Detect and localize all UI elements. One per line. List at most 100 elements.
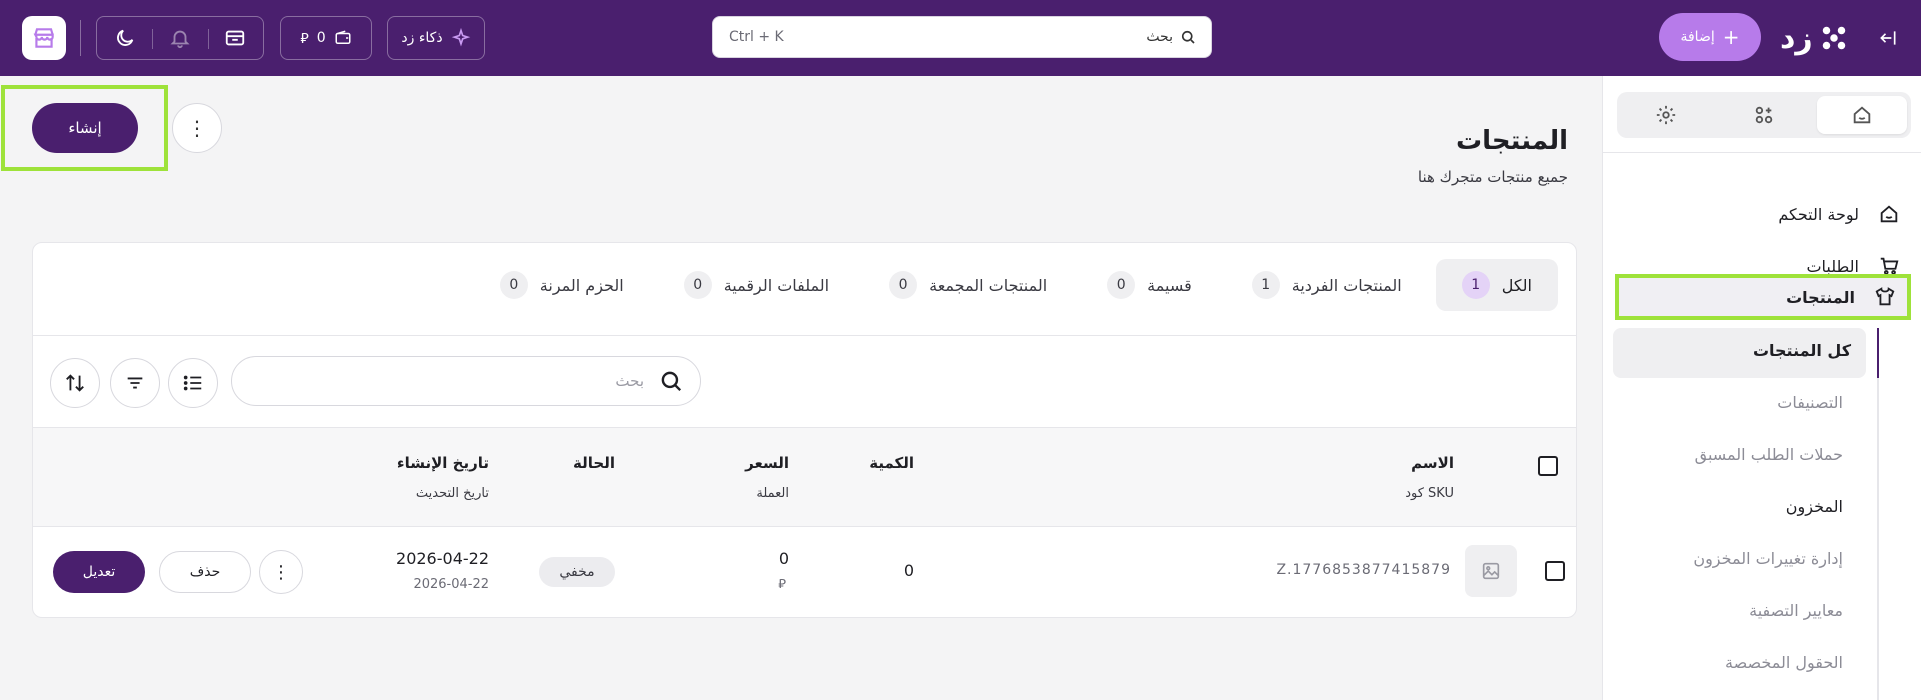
tickets-button[interactable] bbox=[207, 17, 263, 59]
sidebar-item-products[interactable]: المنتجات bbox=[1615, 274, 1911, 320]
shirt-icon bbox=[1873, 285, 1897, 309]
global-search[interactable]: Ctrl + K بحث bbox=[712, 16, 1212, 58]
logo-text: زد bbox=[1780, 20, 1813, 56]
sidebar-subitem-filter-criteria[interactable]: معايير التصفية bbox=[1749, 601, 1843, 620]
collapse-sidebar-button[interactable] bbox=[1874, 24, 1902, 52]
quick-icons-group bbox=[96, 16, 264, 60]
filter-icon bbox=[127, 377, 143, 389]
column-price[interactable]: السعر العملة bbox=[745, 454, 789, 501]
logo-icon bbox=[1822, 26, 1845, 50]
sort-icon bbox=[66, 374, 84, 392]
main-content: المنتجات جميع منتجات متجرك هنا إنشاء ⋮ ا… bbox=[1, 76, 1602, 700]
tab-flexible-bundles[interactable]: الحزم المرنة 0 bbox=[474, 259, 650, 311]
sidebar-subitem-categories[interactable]: التصنيفات bbox=[1777, 393, 1843, 412]
store-icon bbox=[33, 28, 54, 48]
product-price: 0 bbox=[778, 549, 789, 568]
product-type-tabs: الكل 1 المنتجات الفردية 1 قسيمة 0 المنتجات … bbox=[474, 259, 1558, 311]
wallet-button[interactable]: ⃁ 0 bbox=[280, 16, 372, 60]
moon-icon bbox=[116, 29, 133, 46]
tab-count: 1 bbox=[1251, 271, 1280, 299]
home-icon bbox=[1853, 106, 1871, 124]
submenu-rail bbox=[1877, 328, 1879, 700]
bell-icon bbox=[170, 30, 190, 49]
status-badge: مخفي bbox=[539, 557, 615, 587]
list-view-button[interactable] bbox=[168, 358, 218, 408]
column-status[interactable]: الحالة bbox=[573, 454, 615, 472]
more-options-button[interactable]: ⋮ bbox=[172, 103, 222, 153]
currency-symbol: ⃁ bbox=[300, 31, 309, 47]
page-title: المنتجات bbox=[1456, 126, 1568, 156]
home-icon bbox=[1877, 202, 1901, 226]
sidebar-subitem-all-products[interactable]: كل المنتجات bbox=[1753, 341, 1851, 360]
search-placeholder: بحث bbox=[615, 372, 644, 390]
tab-voucher[interactable]: قسيمة 0 bbox=[1081, 259, 1218, 311]
column-created-date[interactable]: تاريخ الإنشاء تاريخ التحديث bbox=[397, 454, 489, 501]
sort-button[interactable] bbox=[50, 358, 100, 408]
tab-digital-files[interactable]: الملفات الرقمية 0 bbox=[658, 259, 855, 311]
row-checkbox[interactable] bbox=[1545, 561, 1565, 581]
sidebar-subitem-preorder-campaigns[interactable]: حملات الطلب المسبق bbox=[1695, 445, 1843, 464]
wallet-amount: 0 bbox=[316, 30, 326, 46]
sidebar-tab-home[interactable] bbox=[1817, 96, 1907, 134]
plus-icon: + bbox=[1722, 25, 1740, 49]
sidebar-subitem-custom-fields[interactable]: الحقول المخصصة bbox=[1725, 653, 1843, 672]
divider bbox=[1603, 152, 1921, 153]
zid-logo[interactable]: زد bbox=[1780, 16, 1862, 60]
ticket-icon bbox=[226, 30, 245, 46]
apps-icon bbox=[1755, 106, 1773, 124]
updated-date: 2026-04-22 bbox=[413, 577, 489, 592]
filter-button[interactable] bbox=[110, 358, 160, 408]
sidebar-subitem-inventory[interactable]: المخزون bbox=[1786, 497, 1843, 516]
gear-icon bbox=[1656, 105, 1676, 125]
sidebar-item-dashboard[interactable]: لوحة التحكم bbox=[1778, 194, 1901, 234]
tab-count: 0 bbox=[1107, 271, 1136, 299]
sidebar-tabs bbox=[1617, 92, 1911, 138]
tab-count: 0 bbox=[683, 271, 712, 299]
list-icon bbox=[183, 375, 202, 391]
table-header: الاسم كود SKU الكمية السعر العملة الحالة ت… bbox=[33, 427, 1576, 527]
product-currency: ⃁ bbox=[778, 577, 786, 592]
store-button[interactable] bbox=[22, 16, 66, 60]
tab-grouped-products[interactable]: المنتجات المجمعة 0 bbox=[863, 259, 1073, 311]
sidebar-item-label: لوحة التحكم bbox=[1778, 204, 1859, 224]
row-more-button[interactable]: ⋮ bbox=[259, 550, 303, 594]
search-shortcut: Ctrl + K bbox=[729, 29, 784, 45]
submenu-rail-active bbox=[1877, 328, 1879, 378]
top-bar: ⃁ 0 ذكاء زد Ctrl + K بحث إضافة + زد bbox=[0, 0, 1921, 76]
notifications-button[interactable] bbox=[152, 17, 207, 59]
tab-all[interactable]: الكل 1 bbox=[1435, 259, 1558, 311]
ai-label: ذكاء زد bbox=[401, 30, 443, 46]
image-placeholder-icon bbox=[1482, 562, 1500, 580]
wallet-icon bbox=[335, 30, 351, 44]
sidebar-item-label: الطلبات bbox=[1806, 256, 1859, 276]
sidebar-item-label: المنتجات bbox=[1786, 287, 1855, 307]
column-name[interactable]: الاسم كود SKU bbox=[1405, 454, 1454, 501]
search-icon bbox=[1181, 30, 1195, 44]
sparkle-icon bbox=[451, 28, 470, 47]
sidebar-subitem-inventory-changes[interactable]: إدارة تغييرات المخزون bbox=[1693, 549, 1843, 568]
divider bbox=[80, 20, 81, 56]
add-label: إضافة bbox=[1680, 29, 1715, 45]
collapse-icon bbox=[1880, 31, 1896, 45]
divider bbox=[33, 335, 1576, 336]
sidebar: لوحة التحكم الطلبات المنتجات كل المنتجات… bbox=[1602, 76, 1921, 700]
add-button[interactable]: إضافة + bbox=[1659, 13, 1761, 61]
sidebar-tab-settings[interactable] bbox=[1621, 96, 1711, 134]
theme-toggle[interactable] bbox=[97, 17, 152, 59]
created-date: 2026-04-22 bbox=[396, 549, 489, 568]
tab-count: 0 bbox=[889, 271, 918, 299]
ai-button[interactable]: ذكاء زد bbox=[387, 16, 485, 60]
tab-count: 0 bbox=[499, 271, 528, 299]
tab-single-products[interactable]: المنتجات الفردية 1 bbox=[1226, 259, 1428, 311]
product-search-input[interactable]: بحث bbox=[231, 356, 701, 406]
sidebar-tab-apps[interactable] bbox=[1719, 96, 1809, 134]
select-all-checkbox[interactable] bbox=[1538, 456, 1558, 476]
delete-button[interactable]: حذف bbox=[159, 551, 251, 593]
edit-button[interactable]: تعديل bbox=[53, 551, 145, 593]
products-card: الكل 1 المنتجات الفردية 1 قسيمة 0 المنتجات … bbox=[32, 242, 1577, 618]
column-quantity[interactable]: الكمية bbox=[869, 454, 914, 472]
search-icon bbox=[661, 371, 682, 392]
product-sku[interactable]: Z.1776853877415879 bbox=[1276, 562, 1451, 578]
product-quantity: 0 bbox=[903, 561, 914, 580]
create-button[interactable]: إنشاء bbox=[32, 103, 138, 153]
